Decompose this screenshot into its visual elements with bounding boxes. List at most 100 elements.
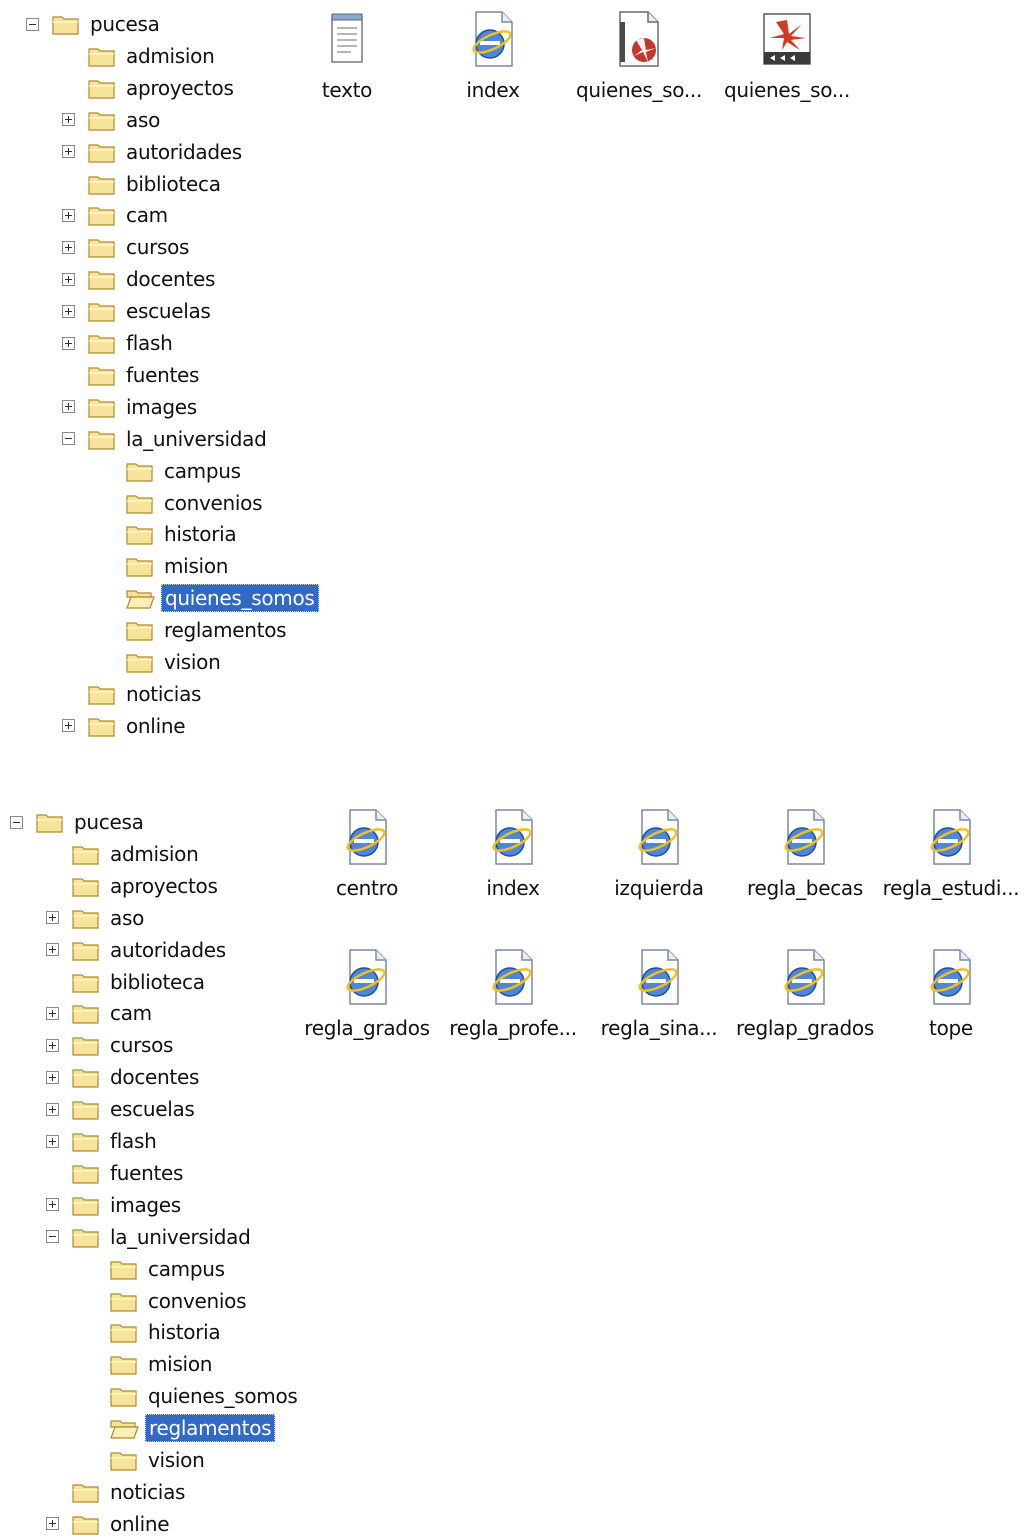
- tree-item-mision[interactable]: mision: [84, 1348, 215, 1380]
- tree-item-la-universidad[interactable]: la_universidad: [46, 1221, 254, 1253]
- file-item[interactable]: index: [420, 8, 566, 118]
- tree-item-cursos[interactable]: cursos: [62, 231, 192, 263]
- tree-item-cursos[interactable]: cursos: [46, 1029, 176, 1061]
- file-item[interactable]: quienes_so...: [566, 8, 712, 118]
- expand-plus-icon[interactable]: [62, 336, 75, 350]
- tree-item-biblioteca[interactable]: biblioteca: [46, 966, 208, 998]
- tree-item-convenios[interactable]: convenios: [84, 1285, 249, 1317]
- expand-plus-icon[interactable]: [62, 113, 75, 127]
- collapse-minus-icon[interactable]: [46, 1230, 59, 1244]
- tree-item-pucesa[interactable]: pucesa: [10, 806, 147, 838]
- file-item[interactable]: centro: [294, 806, 440, 916]
- tree-item-label: reglamentos: [164, 618, 287, 643]
- tree-item-aproyectos[interactable]: aproyectos: [62, 72, 237, 104]
- expand-plus-icon[interactable]: [46, 1102, 59, 1116]
- expand-plus-icon[interactable]: [62, 208, 75, 222]
- expand-plus-icon[interactable]: [62, 240, 75, 254]
- folder-icon: [88, 48, 115, 67]
- tree-item-online[interactable]: online: [62, 710, 188, 742]
- tree-item-docentes[interactable]: docentes: [46, 1061, 202, 1093]
- tree-item-aso[interactable]: aso: [46, 902, 147, 934]
- expand-plus-icon[interactable]: [46, 1134, 59, 1148]
- tree-item-convenios[interactable]: convenios: [100, 487, 265, 519]
- tree-item-online[interactable]: online: [46, 1508, 172, 1540]
- tree-item-images[interactable]: images: [62, 391, 200, 423]
- tree-item-autoridades[interactable]: autoridades: [46, 934, 229, 966]
- expand-plus-icon[interactable]: [46, 1517, 59, 1531]
- file-item[interactable]: reglap_grados: [732, 946, 878, 1056]
- tree-item-quienes-somos[interactable]: quienes_somos: [84, 1380, 301, 1412]
- tree-item-escuelas[interactable]: escuelas: [62, 295, 214, 327]
- tree-item-label: quienes_somos: [148, 1384, 298, 1409]
- tree-item-la-universidad[interactable]: la_universidad: [62, 423, 270, 455]
- tree-item-autoridades[interactable]: autoridades: [62, 136, 245, 168]
- tree-item-docentes[interactable]: docentes: [62, 263, 218, 295]
- ie-document-icon: [492, 949, 533, 1005]
- tree-item-aso[interactable]: aso: [62, 104, 163, 136]
- tree-item-label: pucesa: [74, 810, 144, 834]
- tree-item-cam[interactable]: cam: [62, 199, 171, 231]
- tree-item-campus[interactable]: campus: [84, 1253, 228, 1285]
- tree-item-aproyectos[interactable]: aproyectos: [46, 870, 221, 902]
- folder-icon: [110, 1260, 137, 1280]
- expand-plus-icon[interactable]: [62, 719, 75, 733]
- tree-item-admision[interactable]: admision: [46, 838, 201, 870]
- tree-item-noticias[interactable]: noticias: [46, 1476, 188, 1508]
- expand-plus-icon[interactable]: [46, 1038, 59, 1052]
- expand-plus-icon[interactable]: [46, 911, 59, 925]
- tree-item-fuentes[interactable]: fuentes: [46, 1157, 186, 1189]
- ie-document-icon: [346, 949, 387, 1005]
- tree-item-label: la_universidad: [126, 426, 267, 451]
- expand-plus-icon[interactable]: [62, 272, 75, 286]
- tree-item-fuentes[interactable]: fuentes: [62, 359, 202, 391]
- file-item[interactable]: izquierda: [586, 806, 732, 916]
- file-item[interactable]: tope: [878, 946, 1024, 1056]
- tree-item-admision[interactable]: admision: [62, 40, 217, 72]
- tree-item-images[interactable]: images: [46, 1189, 184, 1221]
- file-item[interactable]: regla_sina...: [586, 946, 732, 1056]
- ie-document-icon: [784, 809, 825, 865]
- collapse-minus-icon[interactable]: [62, 432, 75, 446]
- expand-plus-icon[interactable]: [46, 1006, 59, 1020]
- folder-icon: [88, 271, 115, 290]
- tree-item-flash[interactable]: flash: [62, 327, 175, 359]
- file-item[interactable]: index: [440, 806, 586, 916]
- file-item[interactable]: quienes_so...: [714, 8, 860, 118]
- file-name-label: regla_profe...: [449, 1016, 577, 1040]
- expand-plus-icon[interactable]: [62, 304, 75, 318]
- expand-plus-icon[interactable]: [62, 145, 75, 159]
- swf-movie-icon: [763, 13, 811, 65]
- tree-item-quienes-somos[interactable]: quienes_somos: [100, 582, 319, 614]
- expand-plus-icon[interactable]: [46, 1198, 59, 1212]
- tree-item-label: cam: [110, 1001, 152, 1026]
- file-item[interactable]: regla_becas: [732, 806, 878, 916]
- file-item[interactable]: regla_grados: [294, 946, 440, 1056]
- tree-item-escuelas[interactable]: escuelas: [46, 1093, 198, 1125]
- expand-plus-icon[interactable]: [62, 400, 75, 414]
- file-name-label: regla_estudi...: [882, 876, 1020, 900]
- tree-item-label: aso: [110, 905, 145, 930]
- tree-item-vision[interactable]: vision: [100, 646, 223, 678]
- expand-plus-icon[interactable]: [46, 1070, 59, 1084]
- file-item[interactable]: regla_estudi...: [878, 806, 1024, 916]
- file-item[interactable]: texto: [274, 8, 420, 118]
- file-name-label: quienes_so...: [723, 78, 851, 102]
- collapse-minus-icon[interactable]: [10, 815, 23, 829]
- tree-item-historia[interactable]: historia: [100, 518, 239, 550]
- tree-item-historia[interactable]: historia: [84, 1316, 223, 1348]
- folder-icon: [72, 973, 99, 993]
- tree-item-pucesa[interactable]: pucesa: [26, 8, 163, 40]
- tree-item-reglamentos[interactable]: reglamentos: [100, 614, 289, 646]
- tree-item-mision[interactable]: mision: [100, 550, 231, 582]
- tree-item-vision[interactable]: vision: [84, 1444, 207, 1476]
- expand-plus-icon[interactable]: [46, 943, 59, 957]
- tree-item-flash[interactable]: flash: [46, 1125, 159, 1157]
- file-item[interactable]: regla_profe...: [440, 946, 586, 1056]
- tree-item-label: cursos: [126, 235, 190, 260]
- tree-item-reglamentos[interactable]: reglamentos: [84, 1412, 276, 1444]
- tree-item-noticias[interactable]: noticias: [62, 678, 204, 710]
- collapse-minus-icon[interactable]: [26, 17, 39, 31]
- tree-item-cam[interactable]: cam: [46, 997, 155, 1029]
- tree-item-biblioteca[interactable]: biblioteca: [62, 168, 224, 200]
- tree-item-campus[interactable]: campus: [100, 455, 244, 487]
